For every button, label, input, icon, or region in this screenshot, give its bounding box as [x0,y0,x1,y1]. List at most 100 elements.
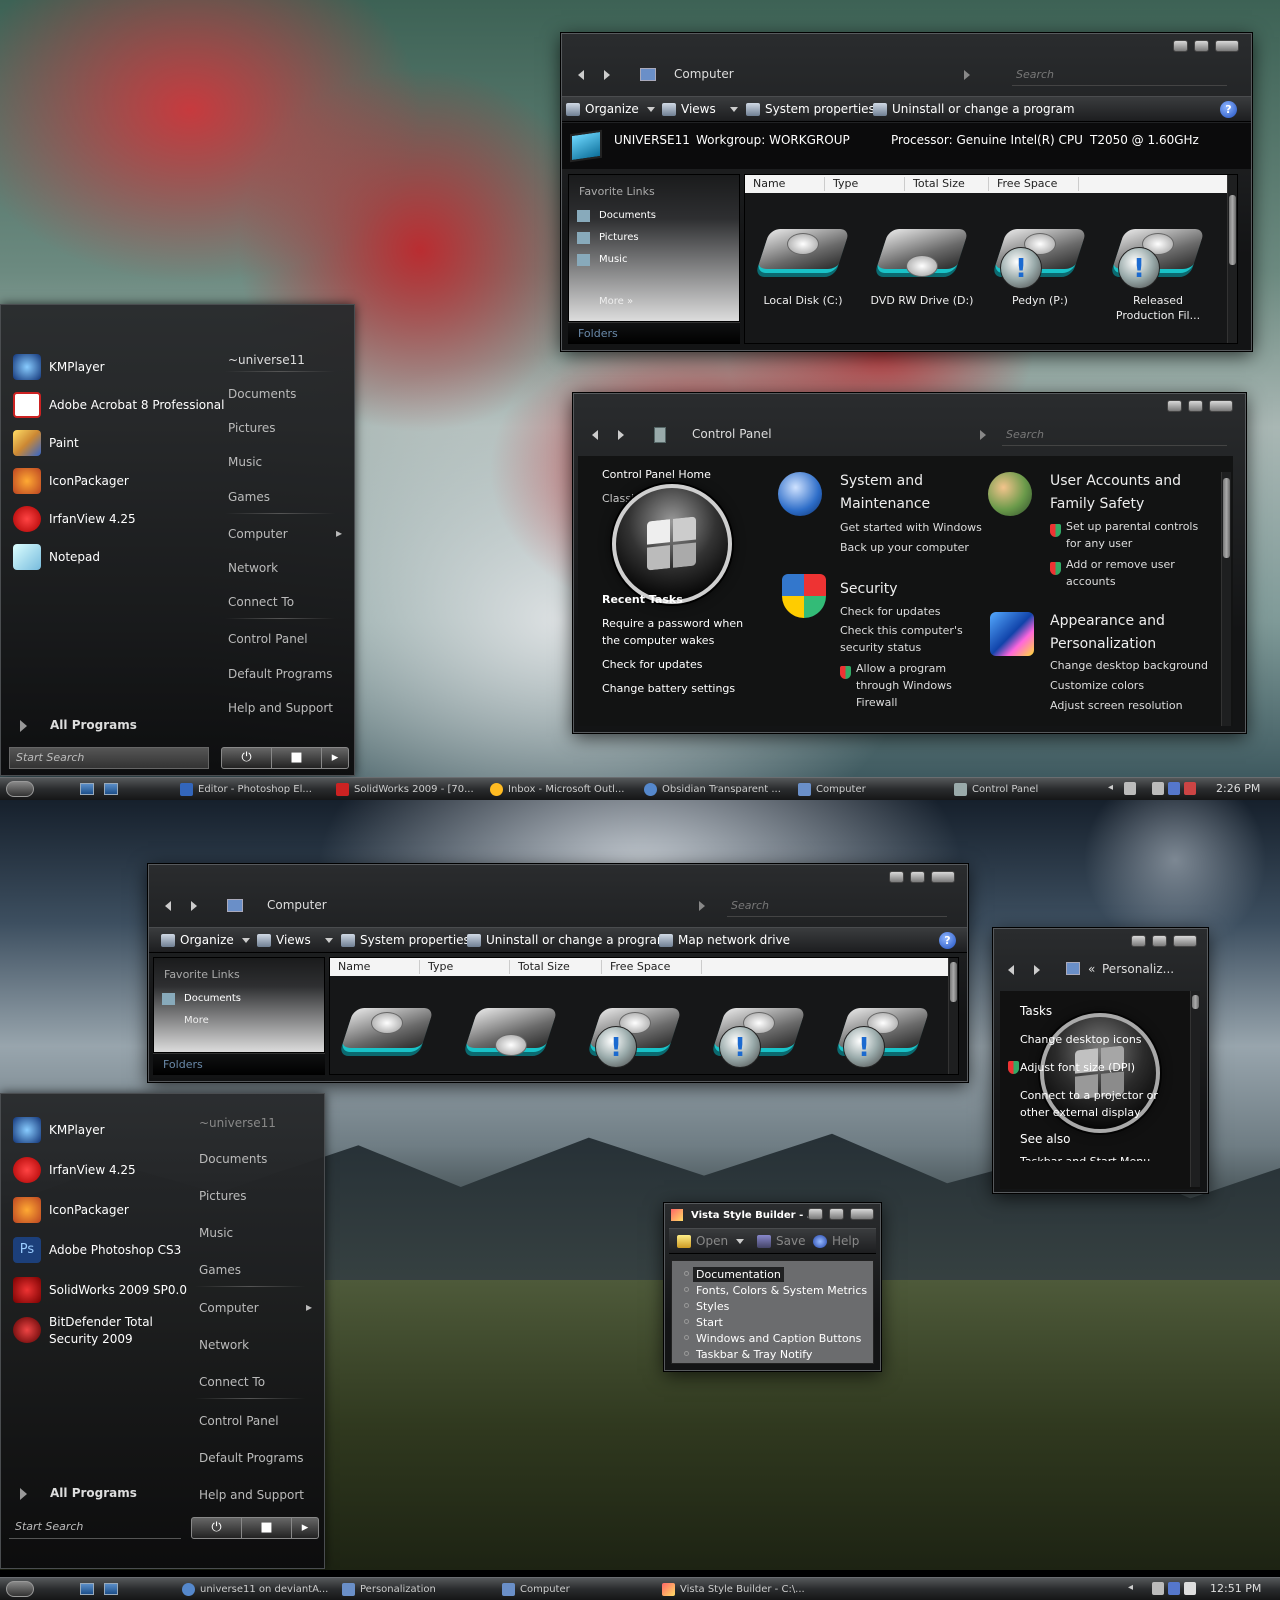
quicklaunch-desktop-icon[interactable] [80,1583,94,1595]
folders-toggle[interactable]: Folders [568,322,740,344]
organize-button[interactable]: Organize [566,102,655,116]
link-add-remove-users[interactable]: Add or remove user accounts [1066,556,1216,590]
control-panel-link[interactable]: Control Panel [228,632,308,646]
network-icon[interactable] [1168,782,1180,795]
forward-arrow-icon[interactable] [191,901,197,911]
link-back-up[interactable]: Back up your computer [840,538,969,557]
computer-window[interactable]: Computer Search Organize Views System pr… [561,33,1252,351]
back-arrow-icon[interactable] [592,430,598,440]
clock[interactable]: 2:26 PM [1216,782,1260,795]
drive-local-disk[interactable] [332,990,442,1072]
network-icon[interactable] [1168,1582,1180,1595]
taskbar-button-solidworks[interactable]: SolidWorks 2009 - [70... [334,781,484,798]
power-icon[interactable]: ⏻ [222,748,272,768]
forward-arrow-icon[interactable] [1034,965,1040,975]
category-appearance[interactable]: Appearance and Personalization [1050,610,1225,656]
music-link[interactable]: Music [228,455,262,469]
maximize-button[interactable] [1188,400,1203,412]
refresh-icon[interactable] [699,901,705,911]
minimize-button[interactable] [1131,935,1146,947]
minimize-button[interactable] [889,871,904,883]
minimize-button[interactable] [1167,400,1182,412]
program-bitdefender[interactable]: BitDefender Total Security 2009 [13,1314,163,1350]
see-also-taskbar[interactable]: Taskbar and Start Menu [1020,1153,1150,1161]
program-iconpackager[interactable]: IconPackager [13,1194,129,1226]
tray-expand-icon[interactable]: ◂ [1108,782,1113,793]
program-kmplayer[interactable]: KMPlayer [13,351,105,383]
uninstall-program-button[interactable]: Uninstall or change a program [467,933,669,947]
lock-icon[interactable]: ■ [242,1518,292,1538]
views-button[interactable]: Views [257,933,333,947]
help-icon[interactable]: ? [1220,101,1237,118]
taskbar-button-computer[interactable]: Computer [500,1581,650,1598]
documents-link[interactable]: Documents [228,387,296,401]
help-support-link[interactable]: Help and Support [199,1488,304,1502]
default-programs-link[interactable]: Default Programs [199,1451,304,1465]
column-free-space[interactable]: Free Space [989,177,1079,191]
control-panel-home-link[interactable]: Control Panel Home [602,466,711,483]
close-button[interactable] [1173,935,1197,947]
vertical-scrollbar[interactable] [1221,472,1231,726]
organize-button[interactable]: Organize [161,933,250,947]
help-support-link[interactable]: Help and Support [228,701,333,715]
start-search-input[interactable]: Start Search [9,747,209,769]
search-input[interactable]: Search [727,899,947,917]
more-link[interactable]: More [160,1012,320,1030]
program-paint[interactable]: Paint [13,427,79,459]
taskbar-button-outlook[interactable]: Inbox - Microsoft Outl... [488,781,638,798]
column-name[interactable]: Name [330,960,420,974]
quicklaunch-desktop-icon[interactable] [80,783,94,795]
open-button[interactable]: Open [677,1234,745,1248]
documents-link[interactable]: Documents [199,1152,267,1166]
connect-to-link[interactable]: Connect To [228,595,294,609]
drive-dvd[interactable] [456,990,566,1072]
category-system-maintenance[interactable]: System and Maintenance [840,470,1000,516]
drive-network-1[interactable]: ! [580,990,690,1072]
help-icon[interactable]: ? [939,932,956,949]
vertical-scrollbar[interactable] [948,958,958,1074]
program-solidworks[interactable]: SolidWorks 2009 SP0.0 [13,1274,187,1306]
favorite-link-music[interactable]: Music [575,251,735,269]
column-total-size[interactable]: Total Size [905,177,989,191]
program-iconpackager[interactable]: IconPackager [13,465,129,497]
program-notepad[interactable]: Notepad [13,541,100,573]
shutdown-options-arrow-icon[interactable]: ▸ [322,748,348,768]
tree-item-styles[interactable]: Styles [696,1299,729,1314]
favorite-link-pictures[interactable]: Pictures [575,229,735,247]
task-connect-projector[interactable]: Connect to a projector or other external… [1020,1087,1190,1121]
recent-task-require-password[interactable]: Require a password when the computer wak… [602,615,762,649]
more-link[interactable]: More » [575,293,735,311]
breadcrumb-computer[interactable]: Computer [267,898,327,912]
drive-released-production[interactable]: ! Released Production Fil... [1103,211,1213,323]
breadcrumb-computer[interactable]: Computer [674,67,734,81]
column-type[interactable]: Type [825,177,905,191]
default-programs-link[interactable]: Default Programs [228,667,333,681]
battery-icon[interactable] [1152,782,1164,795]
control-panel-window[interactable]: Control Panel Search Control Panel Home … [573,393,1246,733]
category-security[interactable]: Security [840,578,898,601]
vista-style-builder-window[interactable]: Vista Style Builder - ... Open Save Help… [664,1203,881,1371]
taskbar-button-deviantart[interactable]: universe11 on deviantA... [180,1581,330,1598]
computer-window-2[interactable]: Computer Search Organize Views System pr… [148,864,968,1082]
drive-network-2[interactable]: ! [704,990,814,1072]
task-adjust-font-size[interactable]: Adjust font size (DPI) [1020,1059,1135,1076]
link-get-started[interactable]: Get started with Windows [840,518,982,537]
music-link[interactable]: Music [199,1226,233,1240]
computer-link[interactable]: Computer [199,1301,259,1315]
drive-dvd-rw-d[interactable]: DVD RW Drive (D:) [867,211,977,308]
all-programs-button[interactable]: All Programs [20,1486,137,1500]
quicklaunch-switch-icon[interactable] [104,1583,118,1595]
drive-local-disk-c[interactable]: Local Disk (C:) [748,211,858,308]
vertical-scrollbar[interactable] [1227,175,1237,343]
link-desktop-background[interactable]: Change desktop background [1050,656,1208,675]
tray-expand-icon[interactable]: ◂ [1128,1582,1133,1593]
program-kmplayer[interactable]: KMPlayer [13,1114,105,1146]
column-total-size[interactable]: Total Size [510,960,602,974]
quicklaunch-switch-icon[interactable] [104,783,118,795]
system-properties-button[interactable]: System properties [746,102,875,116]
user-folder-link[interactable]: ~universe11 [199,1116,276,1130]
network-link[interactable]: Network [199,1338,249,1352]
recent-task-check-updates[interactable]: Check for updates [602,656,702,673]
program-photoshop[interactable]: Ps Adobe Photoshop CS3 [13,1234,181,1266]
back-arrow-icon[interactable] [1008,965,1014,975]
